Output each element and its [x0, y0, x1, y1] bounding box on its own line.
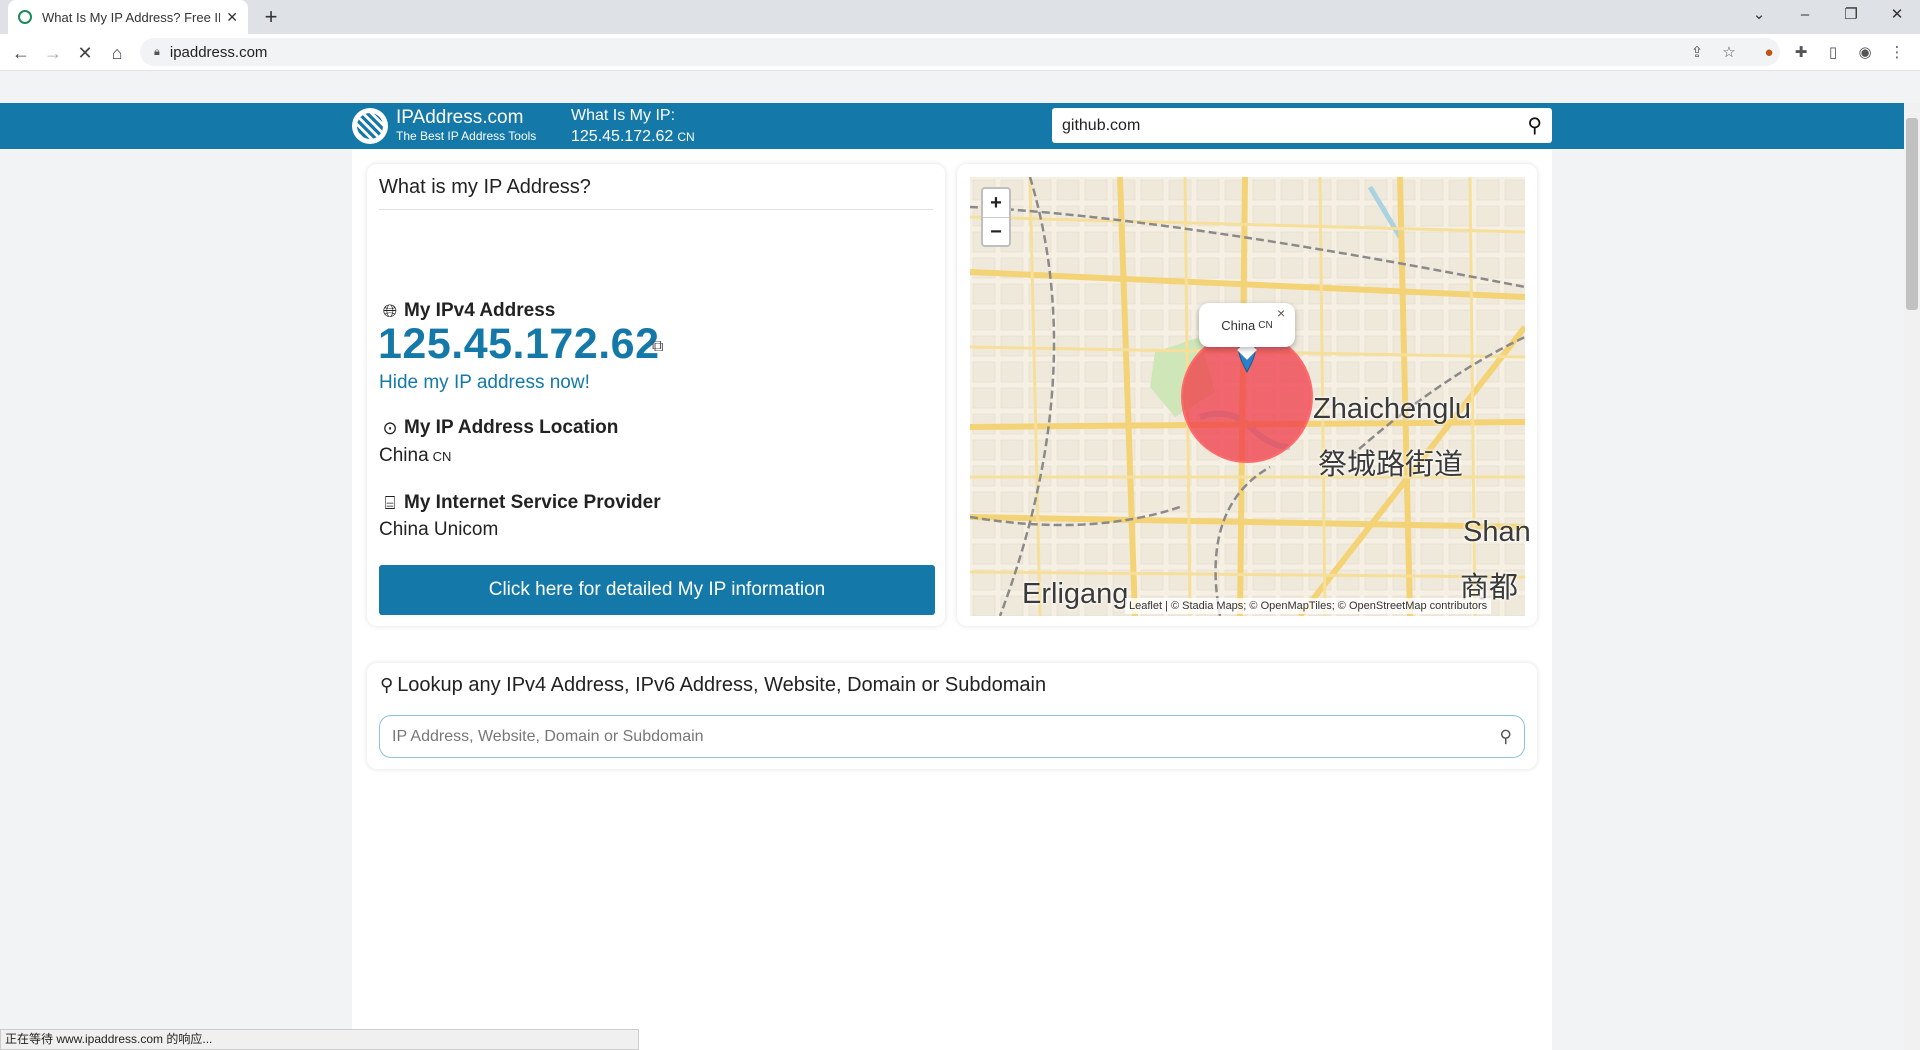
- magnifier-icon: ⚲: [380, 675, 394, 695]
- back-arrow-icon[interactable]: ←: [8, 40, 34, 66]
- header-ip: 125.45.172.62: [571, 128, 674, 145]
- divider: [379, 209, 933, 210]
- ipv4-label: 🌐︎ My IPv4 Address: [380, 300, 556, 322]
- ipv4-value: 125.45.172.62: [378, 320, 660, 368]
- map-label-zhaichenglu: Zhaichenglu: [1313, 393, 1471, 425]
- hide-ip-link[interactable]: Hide my IP address now!: [379, 372, 590, 394]
- isp-value: China Unicom: [379, 519, 499, 540]
- router-icon: ⌸: [384, 492, 396, 513]
- new-tab-button[interactable]: +: [258, 4, 284, 30]
- card-title: What is my IP Address?: [379, 176, 591, 198]
- status-bar: 正在等待 www.ipaddress.com 的响应...: [0, 1029, 639, 1050]
- scrollbar-thumb[interactable]: [1906, 118, 1918, 310]
- location-country-code: CN: [432, 449, 452, 464]
- address-bar[interactable]: 🔒︎ ipaddress.com: [140, 38, 1780, 66]
- profile-avatar-icon[interactable]: ◉: [1852, 40, 1878, 66]
- popup-close-icon[interactable]: ×: [1277, 305, 1285, 321]
- lookup-title-text: Lookup any IPv4 Address, IPv6 Address, W…: [397, 674, 1047, 696]
- location-value: China CN: [379, 445, 451, 467]
- ipv4-label-text: My IPv4 Address: [404, 300, 556, 321]
- share-icon[interactable]: ⇪: [1684, 40, 1710, 66]
- stop-loading-icon[interactable]: ✕: [72, 40, 98, 66]
- header-country-code: CN: [677, 130, 695, 144]
- lock-icon: 🔒︎: [154, 45, 160, 58]
- location-label: ⊙ My IP Address Location: [380, 417, 618, 439]
- brand-tagline: The Best IP Address Tools: [396, 129, 537, 143]
- map-pin-icon: ⊙: [382, 417, 398, 438]
- extension-fox-icon[interactable]: ●: [1756, 40, 1782, 66]
- detailed-ip-info-button[interactable]: Click here for detailed My IP informatio…: [379, 565, 935, 615]
- tab-strip: [0, 0, 1920, 34]
- header-myip-label: What Is My IP:: [571, 107, 676, 124]
- map-zoom-control: + −: [981, 187, 1011, 247]
- search-icon[interactable]: ⚲: [1527, 113, 1542, 138]
- minimize-button[interactable]: –: [1782, 0, 1828, 30]
- lookup-search-input[interactable]: IP Address, Website, Domain or Subdomain…: [379, 715, 1525, 758]
- header-myip-value: 125.45.172.62 CN: [571, 128, 695, 146]
- brand-name[interactable]: IPAddress.com: [396, 107, 523, 129]
- tab-close-icon[interactable]: ✕: [226, 9, 238, 26]
- tab-search-icon[interactable]: ⌄: [1736, 0, 1782, 30]
- search-icon[interactable]: ⚲: [1500, 727, 1512, 747]
- close-window-button[interactable]: ✕: [1874, 0, 1920, 30]
- popup-country-code: CN: [1258, 319, 1273, 331]
- site-header: [0, 103, 1904, 149]
- lookup-title: ⚲ Lookup any IPv4 Address, IPv6 Address,…: [380, 674, 1046, 697]
- restore-button[interactable]: ❐: [1828, 0, 1874, 30]
- location-label-text: My IP Address Location: [404, 417, 619, 438]
- side-panel-icon[interactable]: ▯: [1820, 40, 1846, 66]
- header-search-input[interactable]: github.com ⚲: [1052, 108, 1552, 143]
- isp-label-text: My Internet Service Provider: [404, 492, 661, 513]
- tab-title: What Is My IP Address? Free IP: [42, 9, 221, 25]
- location-country: China: [379, 445, 429, 466]
- zoom-out-button[interactable]: −: [983, 218, 1009, 246]
- lookup-placeholder: IP Address, Website, Domain or Subdomain: [392, 727, 704, 745]
- isp-label: ⌸ My Internet Service Provider: [380, 492, 661, 514]
- extensions-puzzle-icon[interactable]: ✚: [1788, 40, 1814, 66]
- map-attribution[interactable]: Leaflet | © Stadia Maps; © OpenMapTiles;…: [1125, 598, 1492, 614]
- browser-tab[interactable]: What Is My IP Address? Free IP ✕: [8, 0, 248, 34]
- my-ip-card: What is my IP Address?: [367, 164, 945, 626]
- address-bar-url: ipaddress.com: [169, 43, 268, 61]
- bookmark-star-icon[interactable]: ☆: [1716, 40, 1742, 66]
- map-label-shan: Shan: [1463, 516, 1531, 548]
- map-label-erligang: Erligang: [1022, 578, 1129, 610]
- ipaddress-logo-globe-icon[interactable]: [352, 108, 388, 144]
- map-label-zhaichenglu-zh: 祭城路街道: [1318, 449, 1464, 481]
- copy-icon[interactable]: ⧉: [652, 338, 663, 356]
- site-favicon-icon: [18, 10, 32, 24]
- header-search-value: github.com: [1062, 116, 1141, 134]
- forward-arrow-icon[interactable]: →: [40, 40, 66, 66]
- zoom-in-button[interactable]: +: [983, 189, 1009, 218]
- globe-icon: 🌐︎: [382, 300, 398, 321]
- popup-country: China: [1221, 317, 1256, 333]
- browser-menu-icon[interactable]: ⋮: [1884, 40, 1910, 66]
- home-icon[interactable]: ⌂: [104, 40, 130, 66]
